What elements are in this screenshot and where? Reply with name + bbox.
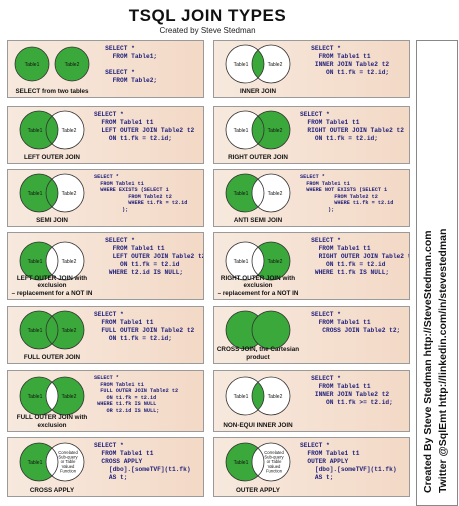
sql-code: SELECT * FROM Table1 t1 INNER JOIN Table… [311, 45, 390, 76]
join-caption: RIGHT OUTER JOIN [228, 153, 288, 161]
table1-label: Table1 [25, 62, 40, 68]
table2-label: Table2 [62, 259, 77, 265]
sql-code: SELECT * FROM Table1 t1 LEFT OUTER JOIN … [94, 111, 195, 142]
join-card: Table1 Table2 FULL OUTER JOIN with exclusi… [7, 370, 204, 432]
table2-label: Table2 [268, 191, 283, 197]
join-card: Table1 Table2 INNER JOIN SELECT * FROM Tab… [213, 40, 410, 98]
venn-diagram: Table1 Table2 [19, 173, 85, 213]
sql-code: SELECT * FROM Table1; SELECT * FROM Tabl… [105, 45, 158, 84]
table1-label: Table1 [28, 259, 43, 265]
sql-code: SELECT * FROM Table1 t1 WHERE EXISTS (SE… [94, 174, 188, 213]
function-label: Function [266, 468, 283, 473]
join-card: Table1 Table2 ANTI SEMI JOIN SELECT * FROM … [213, 169, 410, 227]
sql-code: SELECT * FROM Table1 t1 LEFT OUTER JOIN … [105, 237, 203, 276]
table1-label: Table1 [234, 394, 249, 400]
join-caption: FULL OUTER JOIN [23, 353, 81, 361]
join-card: Table1 Table2 LEFT OUTER JOIN with exclusi… [7, 232, 204, 300]
table1-label: Table1 [234, 259, 249, 265]
sql-code: SELECT * FROM Table1 t1 WHERE NOT EXISTS… [300, 174, 394, 213]
join-caption: CROSS JOIN, the Cartesian product [216, 346, 300, 361]
join-caption: LEFT OUTER JOIN [24, 153, 80, 161]
join-card: Table1 Correlated Sub-query or Table Valued F… [7, 437, 204, 497]
table2-label: Table2 [62, 128, 77, 134]
venn-diagram: Table1 Table2 [225, 110, 291, 150]
side-links-line: Twitter @SqlEmt http://linkedin.com/in/s… [437, 228, 449, 493]
join-card: Table1 Table2 FULL OUTER JOIN SELECT * FROM… [7, 306, 204, 364]
table2-label: Table2 [62, 328, 77, 334]
sql-code: SELECT * FROM Table1 t1 FULL OUTER JOIN … [94, 375, 179, 414]
table2-label: Table2 [268, 394, 283, 400]
sql-code: SELECT * FROM Table1 t1 RIGHT OUTER JOIN… [300, 111, 404, 142]
table2-label: Table2 [65, 62, 80, 68]
venn-diagram: Table1 Table2 [19, 110, 85, 150]
side-credit-line: Created By Steve Stedman http://SteveSte… [422, 230, 434, 493]
table1-label: Table1 [28, 394, 43, 400]
table1-label: Table1 [28, 328, 43, 334]
table2-label: Table2 [268, 62, 283, 68]
table2-circle [251, 310, 291, 350]
sql-code: SELECT * FROM Table1 t1 RIGHT OUTER JOIN… [311, 237, 409, 276]
join-card: Table1 Table2 SEMI JOIN SELECT * FROM Table… [7, 169, 204, 227]
join-card: Table1 Correlated Sub-query or Table Valued F… [213, 437, 410, 497]
table1-label: Table1 [28, 128, 43, 134]
sql-code: SELECT * FROM Table1 t1 FULL OUTER JOIN … [94, 311, 195, 342]
table2-label: Table2 [62, 394, 77, 400]
join-caption: SEMI JOIN [36, 216, 68, 224]
join-caption: NON-EQUI INNER JOIN [223, 421, 293, 429]
table1-label: Table1 [234, 191, 249, 197]
venn-diagram: Table1 Table2 [19, 310, 85, 350]
join-caption: RIGHT OUTER JOIN with exclusion – replace… [217, 274, 299, 297]
table1-label: Table1 [28, 191, 43, 197]
sql-code: SELECT * FROM Table1 t1 INNER JOIN Table… [311, 375, 393, 406]
join-card: Table1 Table2 RIGHT OUTER JOIN SELECT * FRO… [213, 106, 410, 164]
join-card: Table1 Table2 NON-EQUI INNER JOIN SELECT *… [213, 370, 410, 432]
join-card: CROSS JOIN, the Cartesian product SELECT… [213, 306, 410, 364]
join-caption: FULL OUTER JOIN with exclusion [16, 414, 88, 429]
venn-diagram: Table1 Table2 [225, 173, 291, 213]
page-title: TSQL JOIN TYPES [128, 6, 287, 25]
join-card: Table1 Table2 SELECT from two tables SELEC… [7, 40, 204, 98]
table2-label: Table2 [268, 128, 283, 134]
venn-diagram: Table1 Table2 [225, 44, 291, 84]
table1-label: Table1 [234, 460, 249, 466]
venn-diagram: Table1CorrelatedSub-queryor TableValuedF… [225, 442, 291, 482]
table1-label: Table1 [28, 460, 43, 466]
table1-label: Table1 [234, 62, 249, 68]
function-label: Function [60, 468, 77, 473]
venn-diagram: Table1 Table2 [14, 46, 90, 82]
join-caption: CROSS APPLY [29, 486, 75, 494]
venn-diagram: Table1CorrelatedSub-queryor TableValuedF… [19, 442, 85, 482]
table2-label: Table2 [62, 191, 77, 197]
sql-code: SELECT * FROM Table1 t1 CROSS APPLY [dbo… [94, 442, 191, 481]
join-card: Table1 Table2 RIGHT OUTER JOIN with exclus… [213, 232, 410, 300]
sql-code: SELECT * FROM Table1 t1 CROSS JOIN Table… [311, 311, 401, 334]
page-subtitle: Created by Steve Stedman [159, 26, 256, 35]
table2-label: Table2 [268, 259, 283, 265]
join-caption: INNER JOIN [239, 87, 277, 95]
table1-label: Table1 [234, 128, 249, 134]
join-caption: ANTI SEMI JOIN [233, 216, 283, 224]
join-card: Table1 Table2 LEFT OUTER JOIN SELECT * FROM… [7, 106, 204, 164]
sql-code: SELECT * FROM Table1 t1 OUTER APPLY [dbo… [300, 442, 397, 481]
join-caption: LEFT OUTER JOIN with exclusion – replacem… [11, 274, 93, 297]
join-caption: SELECT from two tables [15, 87, 89, 95]
join-caption: OUTER APPLY [236, 486, 280, 494]
venn-diagram: Table1 Table2 [225, 376, 291, 416]
